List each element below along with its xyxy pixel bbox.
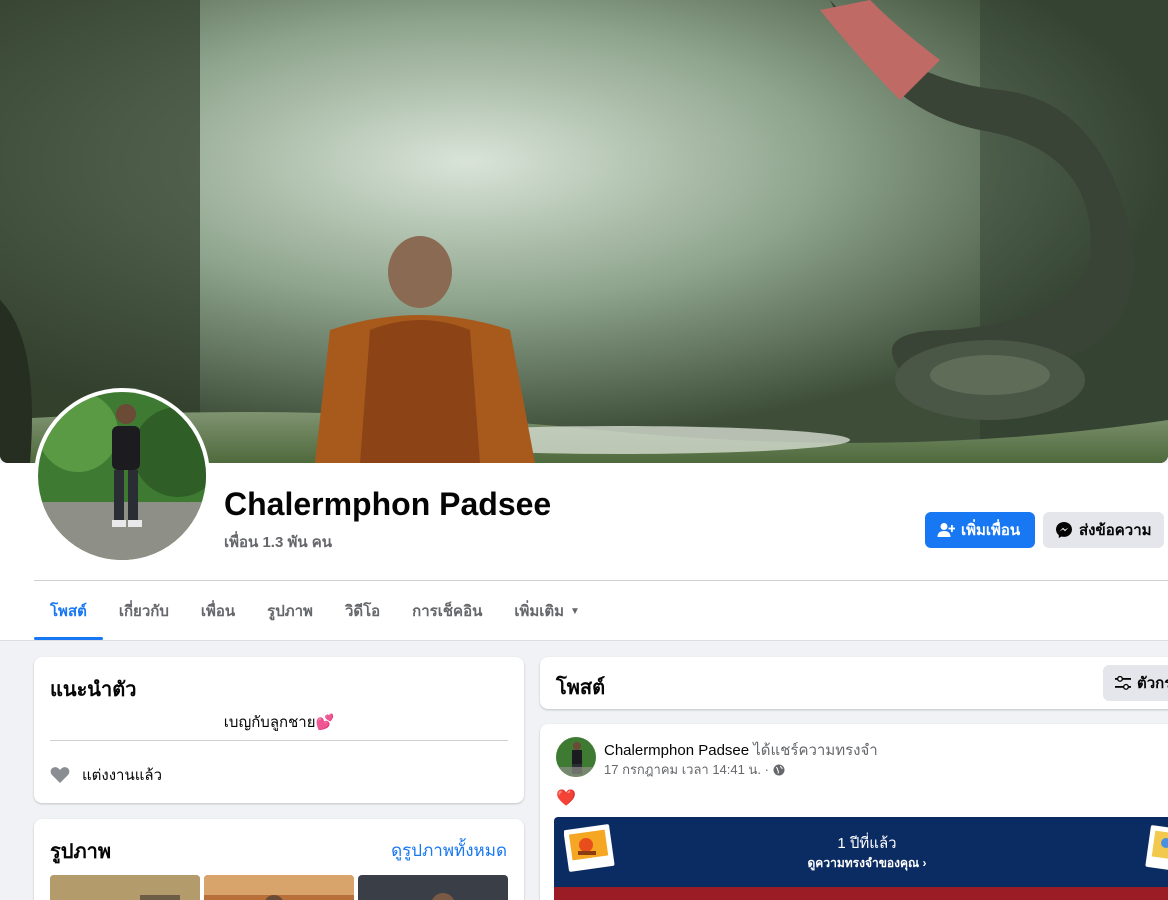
see-all-photos-link[interactable]: ดูรูปภาพทั้งหมด bbox=[391, 837, 507, 864]
intro-bio: เบญกับลูกชาย💕 bbox=[223, 714, 335, 731]
tab-photos[interactable]: รูปภาพ bbox=[251, 582, 329, 640]
chevron-right-icon: › bbox=[922, 856, 927, 870]
memory-link-label: ดูความทรงจำของคุณ bbox=[807, 856, 920, 870]
post-reaction: ❤️ bbox=[556, 790, 576, 807]
tab-friends[interactable]: เพื่อน bbox=[185, 582, 251, 640]
post-card: Chalermphon Padsee ได้แชร์ความทรงจำ 17 ก… bbox=[540, 724, 1168, 900]
add-friend-button[interactable]: เพิ่มเพื่อน bbox=[925, 512, 1035, 548]
tab-posts[interactable]: โพสต์ bbox=[34, 582, 103, 640]
caret-down-icon: ▼ bbox=[570, 605, 580, 617]
memory-strip bbox=[554, 887, 1168, 900]
tab-about[interactable]: เกี่ยวกับ bbox=[103, 582, 185, 640]
tab-more[interactable]: เพิ่มเติม ▼ bbox=[498, 582, 596, 640]
friend-count[interactable]: เพื่อน 1.3 พัน คน bbox=[224, 530, 332, 554]
filter-button[interactable]: ตัวกร bbox=[1103, 665, 1168, 701]
filter-label: ตัวกร bbox=[1137, 675, 1168, 692]
memory-years: 1 ปีที่แล้ว bbox=[837, 835, 897, 852]
globe-icon bbox=[773, 764, 785, 775]
photo-grid bbox=[50, 875, 508, 900]
relationship-status: แต่งงานแล้ว bbox=[82, 767, 163, 784]
filter-icon bbox=[1115, 676, 1131, 690]
profile-avatar[interactable] bbox=[34, 388, 210, 564]
profile-name: Chalermphon Padsee bbox=[224, 486, 552, 522]
posts-title: โพสต์ bbox=[556, 677, 606, 699]
memory-banner[interactable]: 1 ปีที่แล้ว ดูความทรงจำของคุณ › bbox=[554, 817, 1168, 900]
messenger-icon bbox=[1056, 522, 1072, 538]
tab-videos[interactable]: วิดีโอ bbox=[329, 582, 396, 640]
tab-checkins[interactable]: การเช็คอิน bbox=[396, 582, 498, 640]
heart-icon bbox=[50, 767, 70, 783]
photos-card: รูปภาพ ดูรูปภาพทั้งหมด bbox=[34, 819, 524, 900]
header-divider bbox=[34, 580, 1168, 581]
posts-header-card: โพสต์ ตัวกร bbox=[540, 657, 1168, 709]
photo-thumbnail[interactable] bbox=[204, 875, 354, 900]
profile-tabs: โพสต์ เกี่ยวกับ เพื่อน รูปภาพ วิดีโอ การ… bbox=[34, 582, 596, 640]
photos-title: รูปภาพ bbox=[50, 841, 112, 863]
relationship-row: แต่งงานแล้ว bbox=[50, 763, 162, 787]
post-meta: 17 กรกฎาคม เวลา 14:41 น. · bbox=[604, 759, 785, 780]
intro-title: แนะนำตัว bbox=[50, 679, 137, 701]
photo-thumbnail[interactable] bbox=[50, 875, 200, 900]
post-action-text: ได้แชร์ความทรงจำ bbox=[753, 742, 878, 759]
message-button[interactable]: ส่งข้อความ bbox=[1043, 512, 1164, 548]
message-label: ส่งข้อความ bbox=[1079, 522, 1152, 539]
add-friend-label: เพิ่มเพื่อน bbox=[961, 522, 1021, 539]
memory-link[interactable]: ดูความทรงจำของคุณ › bbox=[554, 854, 1168, 873]
cover-photo[interactable] bbox=[0, 0, 1168, 463]
post-author-name[interactable]: Chalermphon Padsee bbox=[604, 742, 749, 759]
photo-thumbnail[interactable] bbox=[358, 875, 508, 900]
add-friend-icon bbox=[937, 523, 955, 537]
post-author-avatar[interactable] bbox=[556, 737, 596, 777]
post-timestamp[interactable]: 17 กรกฎาคม เวลา 14:41 น. · bbox=[604, 759, 769, 780]
intro-divider bbox=[50, 740, 508, 741]
